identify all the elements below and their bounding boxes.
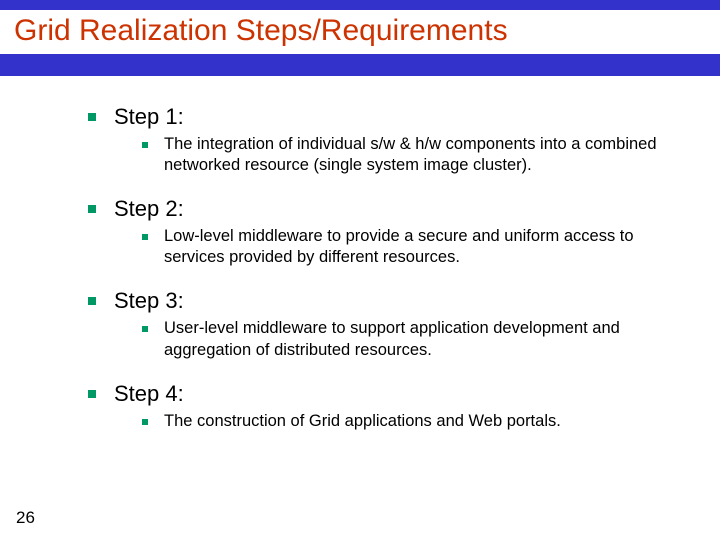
bullet-icon: [88, 113, 96, 121]
step-detail: The integration of individual s/w & h/w …: [164, 134, 680, 176]
step-detail-row: The construction of Grid applications an…: [88, 411, 680, 432]
step-detail: User-level middleware to support applica…: [164, 318, 680, 360]
bullet-icon: [142, 142, 148, 148]
page-number: 26: [16, 508, 35, 528]
step-detail-row: User-level middleware to support applica…: [88, 318, 680, 360]
bullet-icon: [88, 205, 96, 213]
step-detail-row: Low-level middleware to provide a secure…: [88, 226, 680, 268]
step-detail: The construction of Grid applications an…: [164, 411, 561, 432]
step-label: Step 1:: [114, 104, 184, 130]
step-label: Step 4:: [114, 381, 184, 407]
bullet-icon: [88, 390, 96, 398]
step-row: Step 2:: [88, 196, 680, 222]
slide-title: Grid Realization Steps/Requirements: [0, 10, 720, 54]
step-row: Step 4:: [88, 381, 680, 407]
step-label: Step 2:: [114, 196, 184, 222]
bullet-icon: [142, 234, 148, 240]
step-detail-row: The integration of individual s/w & h/w …: [88, 134, 680, 176]
step-detail: Low-level middleware to provide a secure…: [164, 226, 680, 268]
slide-content: Step 1: The integration of individual s/…: [0, 76, 720, 432]
bullet-icon: [142, 419, 148, 425]
bullet-icon: [142, 326, 148, 332]
step-row: Step 1:: [88, 104, 680, 130]
step-label: Step 3:: [114, 288, 184, 314]
step-row: Step 3:: [88, 288, 680, 314]
bullet-icon: [88, 297, 96, 305]
title-band: Grid Realization Steps/Requirements: [0, 0, 720, 76]
